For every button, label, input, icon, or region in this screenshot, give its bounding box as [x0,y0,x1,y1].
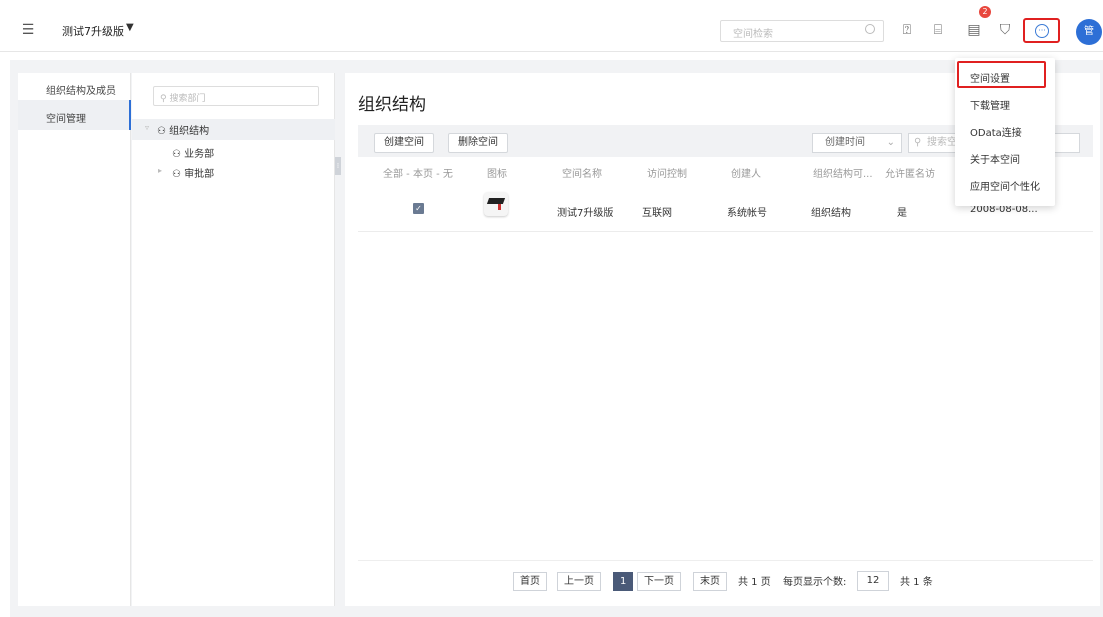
header-access-control: 访问控制 [647,169,687,180]
pager-last-button[interactable]: 末页 [693,572,727,591]
tree-collapse-icon[interactable]: ▿ [145,123,149,132]
help-icon[interactable]: ⍰ [898,21,916,39]
menu-item-odata-connection[interactable]: OData连接 [970,124,1022,139]
cell-creator: 系统帐号 [727,208,767,219]
create-space-button[interactable]: 创建空间 [374,133,434,153]
pager-current-page[interactable]: 1 [613,572,634,591]
left-nav [18,73,131,606]
chevron-down-icon: ⌄ [886,137,895,148]
avatar[interactable]: 管 [1076,19,1102,45]
cap-shape [486,198,506,204]
delete-space-button[interactable]: 删除空间 [448,133,508,153]
header-org-visible: 组织结构可... [813,169,873,180]
tree-node-approval[interactable]: ⚇ 审批部 [172,165,214,180]
row-checkbox[interactable]: ✓ [413,203,424,214]
notification-icon[interactable]: ▤ [965,21,983,39]
panel-collapse-handle[interactable]: ⁞ [335,157,341,175]
row-divider [358,231,1093,232]
sort-select-label: 创建时间 [825,137,865,148]
pager-next-button[interactable]: 下一页 [637,572,681,591]
pager-per-page-input[interactable]: 12 [857,571,889,591]
header-creator: 创建人 [731,169,761,180]
search-icon[interactable] [865,24,875,34]
table-search-placeholder: 搜索空 [927,137,957,148]
sort-select[interactable]: 创建时间 ⌄ [812,133,902,153]
dept-search-input[interactable]: ⚲ 搜索部门 [153,86,319,106]
tree-node-root[interactable]: ⚇ 组织结构 [157,122,209,137]
space-search-input[interactable]: 空间检索 [720,20,884,42]
menu-item-personalize[interactable]: 应用空间个性化 [970,178,1040,193]
header-anonymous: 允许匿名访 [885,169,935,180]
header-select-all[interactable]: 全部 - 本页 - 无 [383,165,453,180]
cell-access: 互联网 [642,208,672,219]
tree-node-business[interactable]: ⚇ 业务部 [172,145,214,160]
dept-search-placeholder: ⚲ 搜索部门 [160,94,206,104]
notification-badge: 2 [979,6,991,18]
theme-icon[interactable]: ⛉ [996,21,1014,39]
page-title: 组织结构 [358,95,426,115]
menu-toggle-icon[interactable]: ☰ [20,22,36,38]
more-icon: ··· [1035,24,1049,38]
pager-prev-button[interactable]: 上一页 [557,572,601,591]
menu-item-download-management[interactable]: 下载管理 [970,97,1010,112]
footer-divider [358,560,1093,561]
cell-anonymous: 是 [897,208,907,219]
top-bar: ☰ 测试7升级版 ▼ 空间检索 ⍰ ⌸ ▤ ⛉ ··· 管 [0,10,1103,52]
menu-item-space-settings[interactable]: 空间设置 [970,70,1010,85]
nav-item-org-members[interactable]: 组织结构及成员 [46,82,116,97]
space-graduation-icon [484,192,508,216]
header-space-name: 空间名称 [562,169,602,180]
tassel-shape [498,204,501,210]
tree-expand-icon[interactable]: ▸ [158,166,162,175]
cell-space-name[interactable]: 测试7升级版 [557,204,613,219]
dept-search-placeholder-text: 搜索部门 [169,94,206,104]
chevron-down-icon[interactable]: ▼ [126,22,134,33]
menu-item-about-space[interactable]: 关于本空间 [970,151,1020,166]
search-placeholder: 空间检索 [733,29,773,40]
tree-node-business-label: 业务部 [184,149,215,160]
cell-org: 组织结构 [811,208,851,219]
pager-total-pages: 共 1 页 [738,577,771,588]
space-name[interactable]: 测试7升级版 [62,23,124,39]
header-icon: 图标 [487,169,507,180]
pager-first-button[interactable]: 首页 [513,572,547,591]
tree-panel [132,73,335,606]
pager-per-page-label: 每页显示个数: [783,577,847,588]
more-button[interactable]: ··· [1023,18,1060,43]
inbox-icon[interactable]: ⌸ [929,21,947,39]
tree-node-root-label: 组织结构 [169,126,210,137]
pager-total-items: 共 1 条 [900,577,933,588]
nav-item-space-management[interactable]: 空间管理 [46,110,86,125]
tree-node-approval-label: 审批部 [184,169,215,180]
search-icon: ⚲ [914,137,922,148]
